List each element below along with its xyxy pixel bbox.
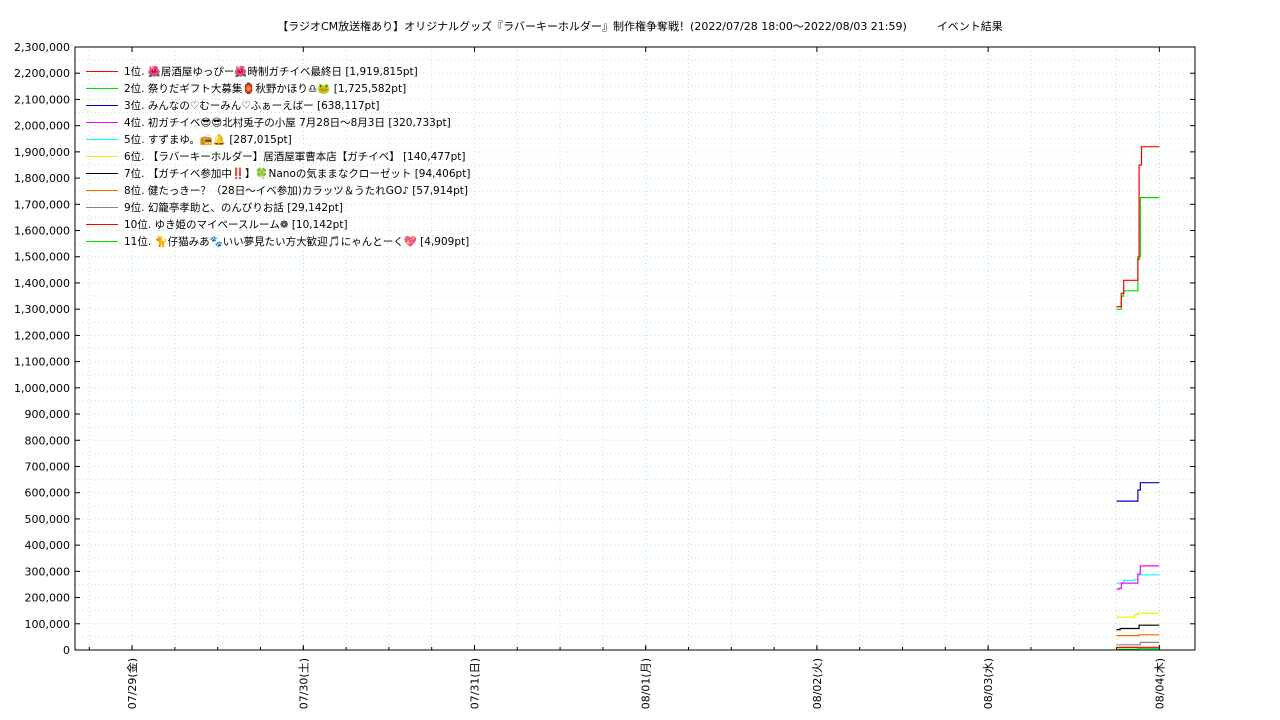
y-tick-label: 400,000 [25,539,71,552]
y-tick-label: 0 [63,644,70,657]
x-tick-label: 07/31(日) [468,658,481,709]
y-tick-label: 1,300,000 [14,303,70,316]
y-tick-label: 2,100,000 [14,93,70,106]
chart-legend: 1位. 🌺居酒屋ゆっぴー🌺時制ガチイベ最終日 [1,919,815pt] 2位. … [86,63,470,250]
legend-item: 3位. みんなの♡むーみん♡ふぁーえばー [638,117pt] [86,97,470,114]
y-tick-label: 800,000 [25,434,71,447]
legend-swatch [86,190,118,191]
y-tick-label: 300,000 [25,565,71,578]
legend-item: 11位. 🐈仔猫みあ🐾いい夢見たい方大歓迎🎵にゃんとーく💖 [4,909pt] [86,233,470,250]
legend-label: 11位. 🐈仔猫みあ🐾いい夢見たい方大歓迎🎵にゃんとーく💖 [4,909pt] [124,236,470,248]
y-tick-label: 700,000 [25,460,71,473]
legend-swatch [86,122,118,123]
legend-label: 2位. 祭りだギフト大募集🏮秋野かほり♎🐸 [1,725,582pt] [124,83,407,95]
legend-swatch [86,173,118,174]
y-tick-label: 1,000,000 [14,382,70,395]
legend-item: 7位. 【ガチイベ参加中‼️】🍀Nanoの気ままなクローゼット [94,406p… [86,165,470,182]
legend-swatch [86,156,118,157]
legend-label: 6位. 【ラバーキーホルダー】居酒屋軍曹本店【ガチイベ】 [140,477pt] [124,151,466,163]
y-tick-label: 900,000 [25,408,71,421]
legend-item: 1位. 🌺居酒屋ゆっぴー🌺時制ガチイベ最終日 [1,919,815pt] [86,63,470,80]
y-tick-label: 2,000,000 [14,120,70,133]
legend-label: 4位. 初ガチイベ😎😎北村兎子の小屋 7月28日〜8月3日 [320,733pt… [124,117,451,129]
y-tick-label: 200,000 [25,592,71,605]
legend-label: 7位. 【ガチイベ参加中‼️】🍀Nanoの気ままなクローゼット [94,406p… [124,168,471,180]
y-tick-label: 100,000 [25,618,71,631]
y-tick-label: 1,400,000 [14,277,70,290]
y-tick-label: 1,600,000 [14,225,70,238]
x-tick-label: 08/03(水) [982,658,995,709]
x-tick-label: 08/04(木) [1153,658,1166,709]
legend-swatch [86,241,118,242]
y-tick-label: 1,800,000 [14,172,70,185]
y-tick-label: 2,200,000 [14,67,70,80]
legend-swatch [86,139,118,140]
legend-swatch [86,224,118,225]
legend-label: 1位. 🌺居酒屋ゆっぴー🌺時制ガチイベ最終日 [1,919,815pt] [124,66,418,78]
legend-label: 10位. ゆき姫のマイペースルーム❁ [10,142pt] [124,219,348,231]
x-tick-label: 07/30(土) [297,658,310,709]
x-tick-label: 08/01(月) [640,658,653,709]
y-tick-label: 2,300,000 [14,41,70,54]
y-tick-label: 1,200,000 [14,329,70,342]
legend-item: 10位. ゆき姫のマイペースルーム❁ [10,142pt] [86,216,470,233]
y-tick-label: 600,000 [25,487,71,500]
legend-label: 8位. 健たっきー？（28日〜イベ参加)カラッツ＆うたれGO♪ [57,914p… [124,185,468,197]
legend-item: 9位. 幻籠亭孝助と、のんびりお話 [29,142pt] [86,199,470,216]
legend-swatch [86,207,118,208]
y-tick-label: 1,500,000 [14,251,70,264]
legend-item: 4位. 初ガチイベ😎😎北村兎子の小屋 7月28日〜8月3日 [320,733pt… [86,114,470,131]
legend-swatch [86,105,118,106]
x-tick-label: 07/29(金) [125,658,139,709]
legend-item: 5位. すずまゆ。📻🔔 [287,015pt] [86,131,470,148]
legend-swatch [86,71,118,72]
legend-item: 6位. 【ラバーキーホルダー】居酒屋軍曹本店【ガチイベ】 [140,477pt] [86,148,470,165]
y-tick-label: 1,100,000 [14,356,70,369]
x-tick-label: 08/02(火) [811,658,824,709]
y-tick-label: 1,700,000 [14,198,70,211]
legend-swatch [86,88,118,89]
legend-label: 5位. すずまゆ。📻🔔 [287,015pt] [124,134,292,146]
legend-item: 8位. 健たっきー？（28日〜イベ参加)カラッツ＆うたれGO♪ [57,914p… [86,182,470,199]
legend-label: 9位. 幻籠亭孝助と、のんびりお話 [29,142pt] [124,202,343,214]
series-line [1116,648,1160,650]
legend-label: 3位. みんなの♡むーみん♡ふぁーえばー [638,117pt] [124,100,380,112]
y-tick-label: 1,900,000 [14,146,70,159]
y-tick-label: 500,000 [25,513,71,526]
legend-item: 2位. 祭りだギフト大募集🏮秋野かほり♎🐸 [1,725,582pt] [86,80,470,97]
